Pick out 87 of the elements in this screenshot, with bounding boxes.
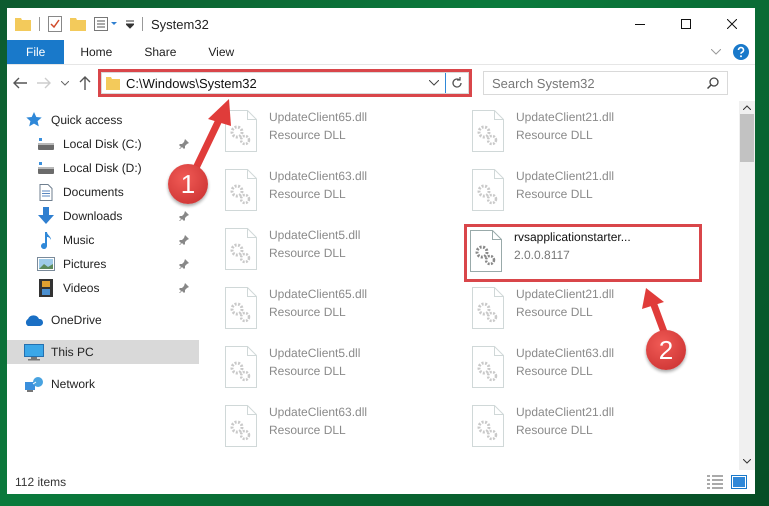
file-name: UpdateClient65.dll <box>269 287 368 301</box>
file-detail: Resource DLL <box>516 128 594 142</box>
network-icon <box>24 376 44 392</box>
file-name: UpdateClient65.dll <box>269 110 368 124</box>
details-view-icon[interactable] <box>707 475 723 489</box>
gear-file-icon <box>225 346 257 388</box>
ribbon-tab[interactable]: View <box>192 40 250 64</box>
sidebar-item[interactable]: Quick access <box>7 108 126 132</box>
file-name: rvsapplicationstarter... <box>514 230 631 244</box>
gear-file-icon <box>472 110 504 152</box>
file-item[interactable]: rvsapplicationstarter... 2.0.0.8117 <box>464 224 702 282</box>
address-bar[interactable]: C:\Windows\System32 <box>101 72 469 94</box>
gear-file-icon <box>225 228 257 270</box>
star-icon <box>25 111 43 129</box>
file-detail: Resource DLL <box>269 187 347 201</box>
monitor-icon <box>24 344 44 360</box>
sidebar-item[interactable]: Downloads <box>7 204 199 228</box>
chevron-icon[interactable] <box>61 80 69 86</box>
file-name: UpdateClient63.dll <box>269 405 368 419</box>
file-name: UpdateClient21.dll <box>516 287 614 301</box>
help-icon[interactable] <box>733 44 749 60</box>
dropdown-icon[interactable] <box>126 19 134 29</box>
document-icon <box>39 184 53 200</box>
sidebar-item[interactable]: Pictures <box>7 252 199 276</box>
file-name: UpdateClient63.dll <box>269 169 368 183</box>
window-title: System32 <box>151 16 209 32</box>
file-detail: Resource DLL <box>269 246 347 260</box>
sidebar-item[interactable]: Local Disk (C:) <box>7 132 199 156</box>
file-name: UpdateClient5.dll <box>269 228 360 242</box>
properties-icon[interactable] <box>94 17 118 31</box>
file-name: UpdateClient5.dll <box>269 346 360 360</box>
scroll-down-icon[interactable] <box>743 459 751 464</box>
music-note-icon <box>40 231 52 249</box>
file-name: UpdateClient63.dll <box>516 346 614 360</box>
gear-file-icon <box>225 287 257 329</box>
maximize-icon <box>681 19 691 29</box>
download-icon <box>38 207 54 225</box>
file-detail: Resource DLL <box>516 364 594 378</box>
drive-icon <box>37 137 55 151</box>
gear-file-icon <box>225 110 257 152</box>
search-box[interactable]: Search System32 <box>483 71 728 95</box>
gear-file-icon <box>470 230 502 272</box>
file-detail: Resource DLL <box>516 423 594 437</box>
sidebar-item[interactable]: This PC <box>7 340 199 364</box>
folder-icon <box>15 17 31 31</box>
item-count: 112 items <box>15 475 66 489</box>
scrollbar[interactable] <box>739 101 755 470</box>
gear-file-icon <box>225 169 257 211</box>
gear-file-icon <box>225 405 257 447</box>
checklist-icon[interactable] <box>48 16 62 32</box>
sidebar-item[interactable]: Music <box>7 228 199 252</box>
sidebar-item[interactable]: OneDrive <box>7 308 106 332</box>
ribbon-tab[interactable]: Share <box>128 40 192 64</box>
ribbon-tab[interactable]: Home <box>64 40 128 64</box>
gear-file-icon <box>472 405 504 447</box>
drive-icon <box>37 161 55 175</box>
sidebar-item[interactable]: Documents <box>7 180 128 204</box>
file-detail: Resource DLL <box>516 305 594 319</box>
cloud-icon <box>24 314 44 326</box>
scroll-thumb[interactable] <box>740 114 754 162</box>
file-name: UpdateClient21.dll <box>516 169 614 183</box>
gear-file-icon <box>472 169 504 211</box>
sidebar-item[interactable]: Videos <box>7 276 199 300</box>
file-name: UpdateClient21.dll <box>516 110 614 124</box>
back-arrow-icon[interactable] <box>13 77 27 89</box>
gear-file-icon <box>472 287 504 329</box>
gear-file-icon <box>472 346 504 388</box>
scroll-up-icon[interactable] <box>743 105 751 110</box>
chevron-icon[interactable] <box>429 80 439 86</box>
sidebar-item[interactable]: Local Disk (D:) <box>7 156 146 180</box>
file-detail: Resource DLL <box>269 423 347 437</box>
file-detail: Resource DLL <box>516 187 594 201</box>
thumbnail-view-icon[interactable] <box>731 475 747 489</box>
file-detail: 2.0.0.8117 <box>514 248 571 262</box>
picture-icon <box>37 257 55 271</box>
film-icon <box>39 279 53 297</box>
close-icon <box>727 19 737 29</box>
file-detail: Resource DLL <box>269 364 347 378</box>
search-icon <box>707 77 719 89</box>
sidebar-item[interactable]: Network <box>7 372 100 396</box>
file-detail: Resource DLL <box>269 305 347 319</box>
up-arrow-icon[interactable] <box>79 76 91 90</box>
refresh-icon[interactable] <box>451 77 463 89</box>
file-detail: Resource DLL <box>269 128 347 142</box>
file-name: UpdateClient21.dll <box>516 405 614 419</box>
folder-icon <box>106 76 120 90</box>
ribbon-tab[interactable]: File <box>7 40 64 64</box>
